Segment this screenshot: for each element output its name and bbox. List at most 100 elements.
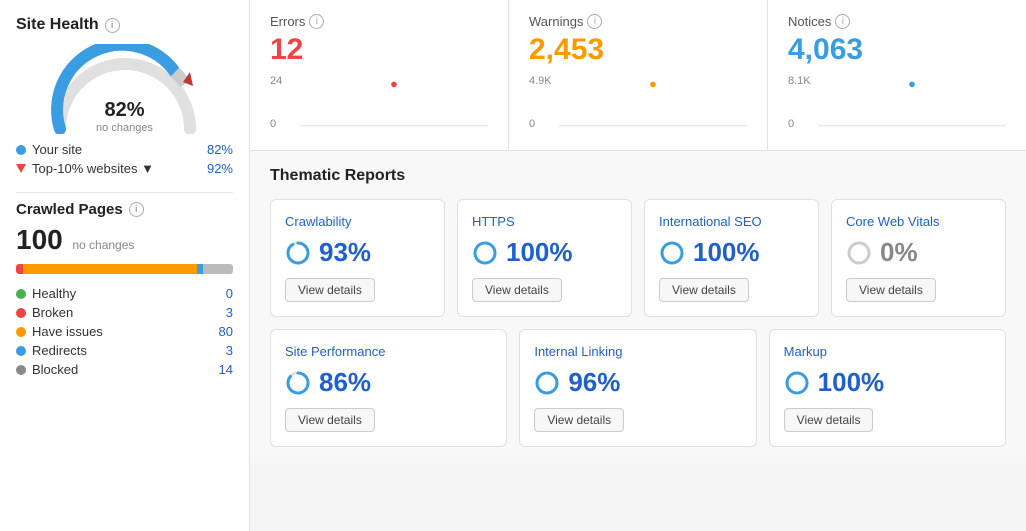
https-score: 100% (506, 237, 573, 268)
warnings-text: Warnings (529, 14, 583, 29)
notices-zero: 0 (788, 118, 794, 130)
metrics-row: Errors i 12 24 0 Warnings i (250, 0, 1026, 151)
warnings-sparkline: 4.9K 0 (529, 75, 747, 130)
crawled-pages-title: Crawled Pages i (16, 201, 233, 218)
top10-triangle-icon (16, 164, 26, 173)
international-seo-circle-icon (659, 240, 685, 266)
international-seo-score-row: 100% (659, 237, 804, 268)
healthy-dot (16, 289, 26, 299)
notices-spark-svg (818, 75, 1006, 127)
warnings-max: 4.9K (529, 75, 552, 87)
crawled-pages-section: Crawled Pages i 100 no changes Healthy (16, 201, 233, 377)
crawled-pages-label: Crawled Pages (16, 201, 123, 218)
notices-max: 8.1K (788, 75, 811, 87)
crawled-progress-bar (16, 264, 233, 274)
crawlability-circle-icon (285, 240, 311, 266)
report-crawlability: Crawlability 93% View details (270, 199, 445, 317)
redirects-value: 3 (226, 343, 233, 358)
legend-top10[interactable]: Top-10% websites ▼ 92% (16, 161, 233, 176)
redirects-dot (16, 346, 26, 356)
legend-your-site: Your site 82% (16, 142, 233, 157)
sidebar: Site Health i 82% no changes (0, 0, 250, 531)
site-performance-score: 86% (319, 367, 371, 398)
https-circle-icon (472, 240, 498, 266)
internal-linking-score-row: 96% (534, 367, 741, 398)
https-name: HTTPS (472, 214, 617, 229)
gauge-sublabel: no changes (96, 122, 153, 134)
sidebar-title: Site Health i (16, 16, 233, 34)
main-content: Errors i 12 24 0 Warnings i (250, 0, 1026, 531)
issues-label: Have issues (32, 324, 103, 339)
markup-view-details[interactable]: View details (784, 408, 874, 432)
report-site-performance: Site Performance 86% View details (270, 329, 507, 447)
gauge-container: 82% no changes (16, 44, 233, 134)
errors-max: 24 (270, 75, 282, 87)
internal-linking-view-details[interactable]: View details (534, 408, 624, 432)
stats-have-issues: Have issues 80 (16, 324, 233, 339)
core-web-vitals-view-details[interactable]: View details (846, 278, 936, 302)
notices-info-icon[interactable]: i (835, 14, 850, 29)
broken-value: 3 (226, 305, 233, 320)
markup-name: Markup (784, 344, 991, 359)
international-seo-view-details[interactable]: View details (659, 278, 749, 302)
https-view-details[interactable]: View details (472, 278, 562, 302)
international-seo-name: International SEO (659, 214, 804, 229)
stats-redirects: Redirects 3 (16, 343, 233, 358)
errors-label: Errors i (270, 14, 488, 29)
healthy-label: Healthy (32, 286, 76, 301)
https-score-row: 100% (472, 237, 617, 268)
your-site-value: 82% (207, 142, 233, 157)
redirects-label: Redirects (32, 343, 87, 358)
core-web-vitals-name: Core Web Vitals (846, 214, 991, 229)
progress-broken (16, 264, 23, 274)
report-markup: Markup 100% View details (769, 329, 1006, 447)
gauge-legend: Your site 82% Top-10% websites ▼ 92% (16, 142, 233, 176)
core-web-vitals-score: 0% (880, 237, 918, 268)
core-web-vitals-score-row: 0% (846, 237, 991, 268)
report-core-web-vitals: Core Web Vitals 0% View details (831, 199, 1006, 317)
gauge-percentage: 82% (96, 99, 153, 122)
errors-card: Errors i 12 24 0 (250, 0, 509, 150)
report-internal-linking: Internal Linking 96% View details (519, 329, 756, 447)
markup-score: 100% (818, 367, 885, 398)
broken-label: Broken (32, 305, 73, 320)
blocked-value: 14 (219, 362, 233, 377)
notices-text: Notices (788, 14, 831, 29)
internal-linking-score: 96% (568, 367, 620, 398)
top10-label: Top-10% websites ▼ (32, 161, 154, 176)
your-site-label: Your site (32, 142, 82, 157)
site-performance-name: Site Performance (285, 344, 492, 359)
report-international-seo: International SEO 100% View details (644, 199, 819, 317)
errors-value: 12 (270, 33, 488, 67)
progress-redirects (197, 264, 204, 274)
stats-healthy: Healthy 0 (16, 286, 233, 301)
blocked-dot (16, 365, 26, 375)
crawlability-name: Crawlability (285, 214, 430, 229)
site-performance-view-details[interactable]: View details (285, 408, 375, 432)
progress-blocked (203, 264, 233, 274)
warnings-value: 2,453 (529, 33, 747, 67)
errors-zero: 0 (270, 118, 276, 130)
issues-value: 80 (219, 324, 233, 339)
warnings-card: Warnings i 2,453 4.9K 0 (509, 0, 768, 150)
internal-linking-name: Internal Linking (534, 344, 741, 359)
blocked-label: Blocked (32, 362, 78, 377)
reports-title: Thematic Reports (270, 167, 1006, 185)
crawlability-score: 93% (319, 237, 371, 268)
crawlability-view-details[interactable]: View details (285, 278, 375, 302)
errors-text: Errors (270, 14, 305, 29)
markup-circle-icon (784, 370, 810, 396)
info-icon[interactable]: i (105, 18, 120, 33)
site-performance-circle-icon (285, 370, 311, 396)
warnings-label: Warnings i (529, 14, 747, 29)
stats-blocked: Blocked 14 (16, 362, 233, 377)
internal-linking-circle-icon (534, 370, 560, 396)
notices-card: Notices i 4,063 8.1K 0 (768, 0, 1026, 150)
healthy-value: 0 (226, 286, 233, 301)
warnings-info-icon[interactable]: i (587, 14, 602, 29)
site-performance-score-row: 86% (285, 367, 492, 398)
errors-info-icon[interactable]: i (309, 14, 324, 29)
markup-score-row: 100% (784, 367, 991, 398)
crawled-pages-info-icon[interactable]: i (129, 202, 144, 217)
your-site-dot (16, 145, 26, 155)
